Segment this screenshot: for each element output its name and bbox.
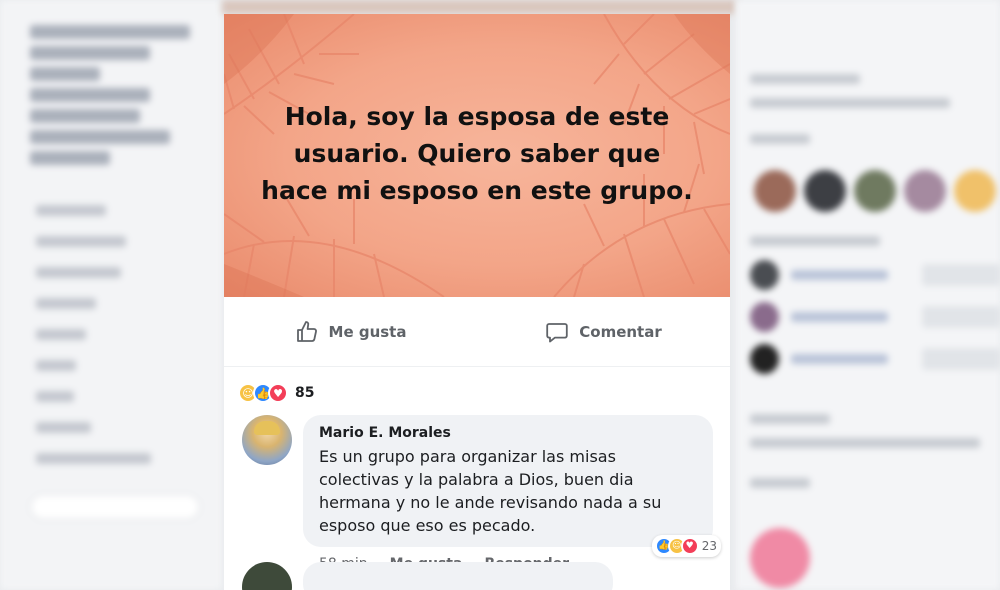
- comment-text: Es un grupo para organizar las misas col…: [319, 447, 662, 535]
- post-actions-bar: Me gusta Comentar: [224, 297, 730, 367]
- post-card: Hola, soy la esposa de este usuario. Qui…: [224, 14, 730, 590]
- comment-item: Mario E. Morales Es un grupo para organi…: [224, 407, 730, 572]
- blurred-right-sidebar: [736, 0, 1000, 590]
- reaction-count: 85: [295, 385, 315, 401]
- comment-reaction-count: 23: [701, 539, 717, 553]
- next-comment-partial: [242, 562, 613, 590]
- avatar[interactable]: [242, 562, 292, 590]
- like-button[interactable]: Me gusta: [224, 320, 477, 344]
- speech-bubble-icon: [546, 322, 568, 342]
- post-reactions-summary[interactable]: ☺ 👍 ♥ 85: [224, 367, 730, 407]
- love-icon: ♥: [680, 537, 699, 555]
- comment-bubble: Mario E. Morales Es un grupo para organi…: [303, 415, 721, 557]
- comment-button-label: Comentar: [579, 322, 662, 341]
- comment-author[interactable]: Mario E. Morales: [319, 425, 697, 441]
- blurred-top-strip: [222, 0, 736, 14]
- blurred-left-sidebar: [0, 0, 222, 590]
- post-image-text: Hola, soy la esposa de este usuario. Qui…: [261, 102, 693, 205]
- comment-bubble: [303, 562, 613, 590]
- post-image: Hola, soy la esposa de este usuario. Qui…: [224, 14, 730, 297]
- comment-button[interactable]: Comentar: [477, 320, 730, 344]
- avatar[interactable]: [242, 415, 292, 465]
- thumbs-up-icon: [296, 320, 317, 342]
- comment-reactions-badge[interactable]: 👍 ☺ ♥ 23: [651, 535, 721, 557]
- love-icon: ♥: [268, 383, 288, 403]
- like-button-label: Me gusta: [328, 322, 407, 341]
